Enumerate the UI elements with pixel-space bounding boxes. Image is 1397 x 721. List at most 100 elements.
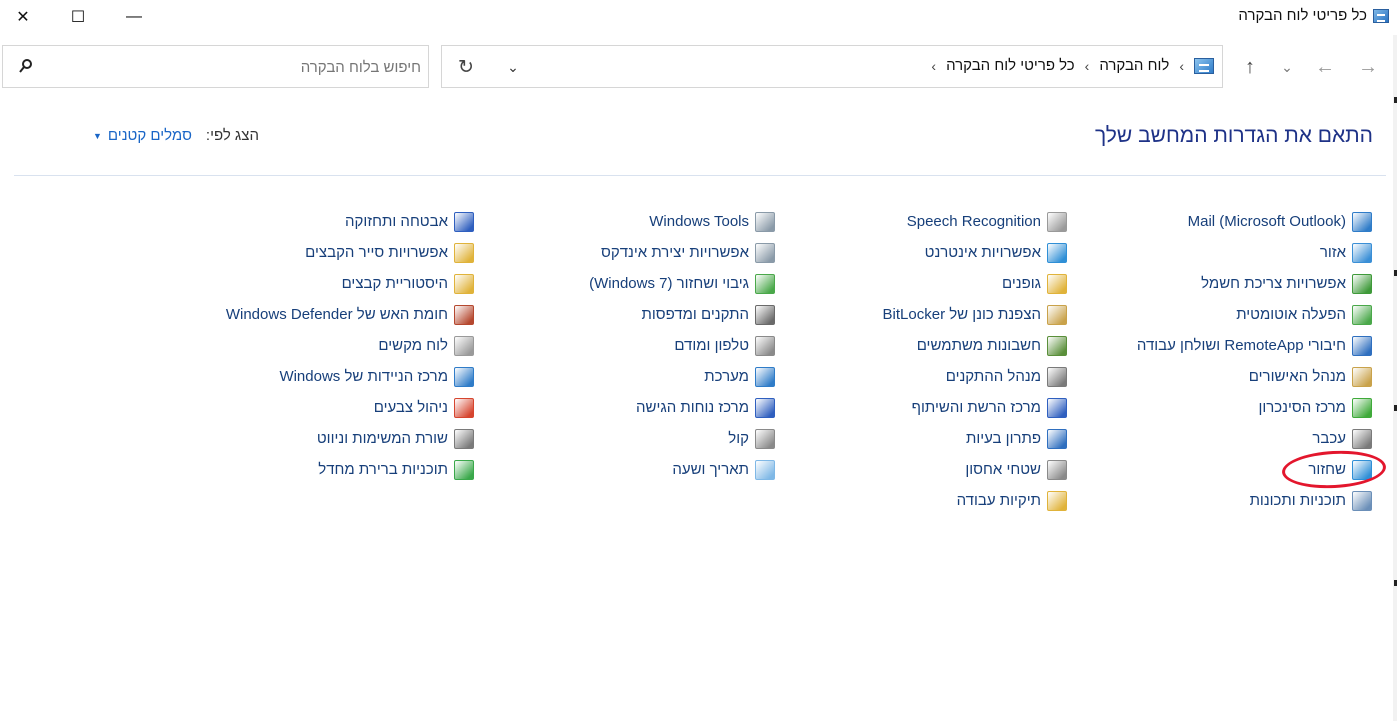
control-panel-item[interactable]: טלפון ומודם (589, 330, 775, 361)
control-panel-item-label[interactable]: תיקיות עבודה (957, 492, 1041, 509)
control-panel-item[interactable]: התקנים ומדפסות (589, 299, 775, 330)
control-panel-item-label[interactable]: לוח מקשים (378, 337, 448, 354)
scrollbar-edge[interactable] (1393, 35, 1397, 721)
up-button[interactable]: ↑ (1235, 52, 1265, 82)
control-panel-item[interactable]: קול (589, 423, 775, 454)
control-panel-item[interactable]: חשבונות משתמשים (883, 330, 1067, 361)
control-panel-item-label[interactable]: Speech Recognition (907, 213, 1041, 230)
control-panel-item[interactable]: הצפנת כונן של BitLocker (883, 299, 1067, 330)
control-panel-item-label[interactable]: חשבונות משתמשים (917, 337, 1041, 354)
control-panel-item-label[interactable]: מנהל האישורים (1249, 368, 1346, 385)
control-panel-item-label[interactable]: אפשרויות סייר הקבצים (305, 244, 448, 261)
control-panel-item[interactable]: Windows Tools (589, 206, 775, 237)
control-panel-item[interactable]: אפשרויות סייר הקבצים (226, 237, 474, 268)
control-panel-item-label[interactable]: חומת האש של Windows Defender (226, 306, 448, 323)
control-panel-item[interactable]: Mail (Microsoft Outlook) (1137, 206, 1372, 237)
forward-button[interactable]: → (1353, 52, 1383, 82)
control-panel-item[interactable]: ניהול צבעים (226, 392, 474, 423)
control-panel-item[interactable]: אבטחה ותחזוקה (226, 206, 474, 237)
control-panel-item[interactable]: הפעלה אוטומטית (1137, 299, 1372, 330)
search-box[interactable] (2, 45, 429, 88)
items-column-3: Windows Tools אפשרויות יצירת אינדקס גיבוי … (589, 206, 775, 485)
control-panel-item[interactable]: שורת המשימות וניווט (226, 423, 474, 454)
control-panel-item-label[interactable]: Windows Tools (649, 213, 749, 230)
control-panel-item[interactable]: מרכז הסינכרון (1137, 392, 1372, 423)
control-panel-item[interactable]: מרכז הרשת והשיתוף (883, 392, 1067, 423)
control-panel-item-label[interactable]: Mail (Microsoft Outlook) (1188, 213, 1346, 230)
control-panel-item-label[interactable]: מרכז הסינכרון (1258, 399, 1346, 416)
back-button[interactable]: ← (1310, 52, 1340, 82)
control-panel-item[interactable]: היסטוריית קבצים (226, 268, 474, 299)
control-panel-item[interactable]: תוכניות ברירת מחדל (226, 454, 474, 485)
control-panel-item[interactable]: מרכז נוחות הגישה (589, 392, 775, 423)
control-panel-item-label[interactable]: מרכז הרשת והשיתוף (912, 399, 1041, 416)
control-panel-item[interactable]: אפשרויות צריכת חשמל (1137, 268, 1372, 299)
control-panel-item[interactable]: שטחי אחסון (883, 454, 1067, 485)
control-panel-item-label[interactable]: פתרון בעיות (966, 430, 1041, 447)
control-panel-item[interactable]: חומת האש של Windows Defender (226, 299, 474, 330)
control-panel-item[interactable]: תיקיות עבודה (883, 485, 1067, 516)
breadcrumb-control-panel[interactable]: לוח הבקרה (1099, 57, 1169, 74)
control-panel-item-label[interactable]: מרכז נוחות הגישה (636, 399, 749, 416)
control-panel-item-label[interactable]: תוכניות ברירת מחדל (318, 461, 448, 478)
control-panel-item-label[interactable]: חיבורי RemoteApp ושולחן עבודה (1137, 337, 1346, 354)
control-panel-item-label[interactable]: היסטוריית קבצים (342, 275, 448, 292)
control-panel-item-label[interactable]: אפשרויות אינטרנט (925, 244, 1041, 261)
control-panel-item-label[interactable]: אבטחה ותחזוקה (345, 213, 448, 230)
control-panel-item-label[interactable]: ניהול צבעים (374, 399, 448, 416)
control-panel-item-label[interactable]: טלפון ומודם (674, 337, 749, 354)
control-panel-item[interactable]: עכבר (1137, 423, 1372, 454)
control-panel-item[interactable]: תוכניות ותכונות (1137, 485, 1372, 516)
control-panel-item[interactable]: מנהל ההתקנים (883, 361, 1067, 392)
breadcrumb-all-items[interactable]: כל פריטי לוח הבקרה (946, 57, 1075, 74)
control-panel-item[interactable]: חיבורי RemoteApp ושולחן עבודה (1137, 330, 1372, 361)
control-panel-item-label[interactable]: מערכת (704, 368, 749, 385)
control-panel-item-label[interactable]: תאריך ושעה (672, 461, 749, 478)
control-panel-item-label[interactable]: שורת המשימות וניווט (317, 430, 448, 447)
address-dropdown-button[interactable]: ⌄ (502, 58, 524, 76)
control-panel-item[interactable]: מרכז הניידות של Windows (226, 361, 474, 392)
maximize-icon: ☐ (70, 8, 86, 26)
search-input[interactable] (43, 54, 421, 80)
control-panel-item-label[interactable]: אפשרויות צריכת חשמל (1201, 275, 1346, 292)
programs-features-icon (1352, 490, 1372, 511)
control-panel-item[interactable]: לוח מקשים (226, 330, 474, 361)
refresh-button[interactable]: ↻ (454, 56, 478, 78)
maximize-button[interactable]: ☐ (55, 0, 101, 33)
control-panel-item[interactable]: מנהל האישורים (1137, 361, 1372, 392)
control-panel-item-label[interactable]: התקנים ומדפסות (641, 306, 749, 323)
breadcrumb-separator[interactable]: › (1179, 58, 1184, 74)
control-panel-item-label[interactable]: תוכניות ותכונות (1250, 492, 1346, 509)
close-button[interactable]: ✕ (0, 0, 46, 33)
minimize-button[interactable]: — (111, 0, 157, 33)
control-panel-item-label[interactable]: עכבר (1312, 430, 1346, 447)
control-panel-item[interactable]: תאריך ושעה (589, 454, 775, 485)
breadcrumb-separator[interactable]: › (1085, 58, 1090, 74)
mouse-icon (1352, 428, 1372, 449)
control-panel-item[interactable]: אפשרויות יצירת אינדקס (589, 237, 775, 268)
control-panel-item[interactable]: אפשרויות אינטרנט (883, 237, 1067, 268)
control-panel-item-label[interactable]: מרכז הניידות של Windows (279, 368, 448, 385)
control-panel-item-label[interactable]: גופנים (1002, 275, 1041, 292)
control-panel-item[interactable]: גופנים (883, 268, 1067, 299)
control-panel-item-label[interactable]: הפעלה אוטומטית (1236, 306, 1346, 323)
control-panel-item-label[interactable]: מנהל ההתקנים (946, 368, 1041, 385)
control-panel-item[interactable]: מערכת (589, 361, 775, 392)
control-panel-item-label[interactable]: אפשרויות יצירת אינדקס (601, 244, 749, 261)
search-icon[interactable] (19, 58, 33, 74)
control-panel-item[interactable]: גיבוי ושחזור (Windows 7) (589, 268, 775, 299)
control-panel-item[interactable]: פתרון בעיות (883, 423, 1067, 454)
address-bar[interactable]: ↻ ⌄ › לוח הבקרה › כל פריטי לוח הבקרה › (441, 45, 1223, 88)
control-panel-item-label[interactable]: שטחי אחסון (965, 461, 1041, 478)
arrow-right-icon: → (1358, 55, 1378, 78)
breadcrumb-separator[interactable]: › (931, 58, 936, 74)
security-flag-icon (454, 211, 474, 232)
control-panel-item-label[interactable]: אזור (1320, 244, 1346, 261)
recent-locations-button[interactable]: ⌄ (1272, 52, 1302, 82)
control-panel-item[interactable]: Speech Recognition (883, 206, 1067, 237)
control-panel-item[interactable]: אזור (1137, 237, 1372, 268)
control-panel-item-label[interactable]: הצפנת כונן של BitLocker (883, 306, 1041, 323)
view-by-dropdown[interactable]: סמלים קטנים ▼ (93, 127, 192, 144)
control-panel-item-label[interactable]: קול (728, 430, 749, 447)
control-panel-item-label[interactable]: גיבוי ושחזור (Windows 7) (589, 275, 749, 292)
